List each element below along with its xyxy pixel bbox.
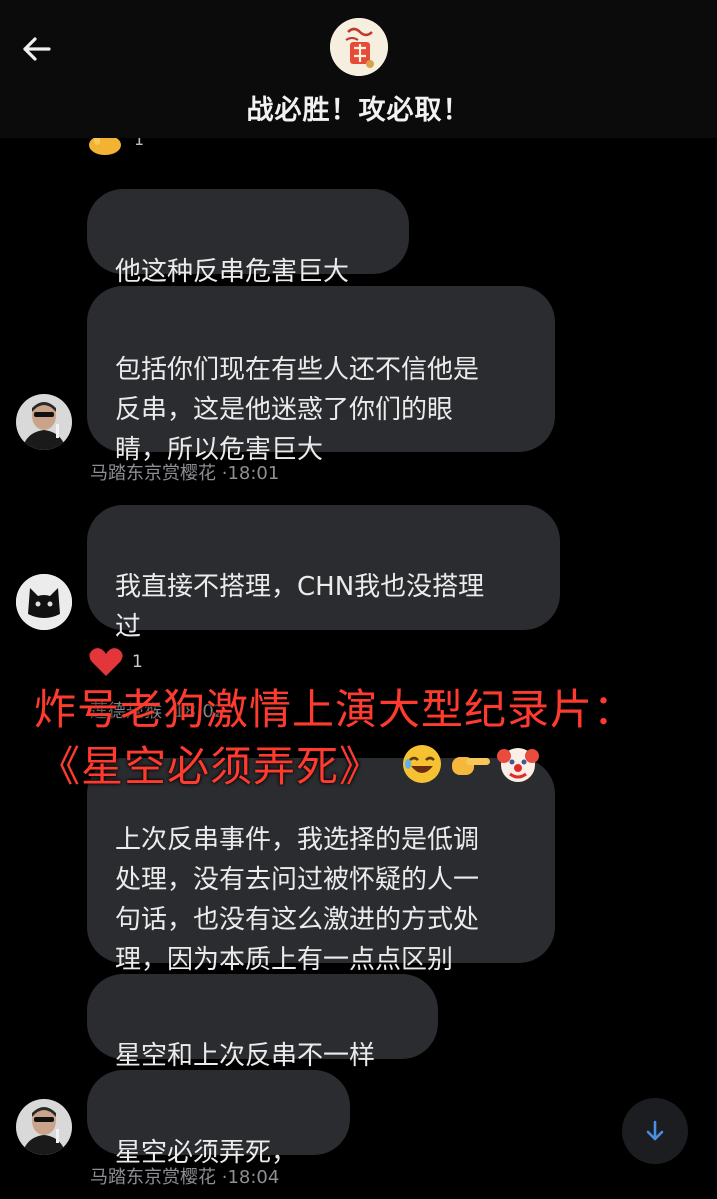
cat-avatar-icon: [16, 574, 72, 630]
laughing-emoji-icon: [403, 744, 442, 783]
man-avatar-icon: [16, 1099, 72, 1155]
group-avatar[interactable]: [330, 18, 388, 76]
sender-meta: 马踏东京赏樱花 ·18:01: [90, 459, 279, 485]
pointing-hand-icon: [452, 756, 491, 775]
message-bubble[interactable]: 包括你们现在有些人还不信他是 反串，这是他迷惑了你们的眼 睛，所以危害巨大: [87, 286, 555, 465]
overlay-caption-line1: 炸号老狗激情上演大型纪录片：: [34, 676, 636, 737]
message-text: 包括你们现在有些人还不信他是 反串，这是他迷惑了你们的眼 睛，所以危害巨大: [115, 355, 480, 465]
message-reaction[interactable]: 1: [88, 646, 143, 678]
message-bubble[interactable]: 我直接不搭理，CHN我也没搭理 过: [87, 505, 560, 642]
heart-icon: [89, 648, 123, 676]
group-title: 战必胜！攻必取！: [246, 95, 471, 126]
sender-meta: 马踏东京赏樱花 ·18:04: [90, 1163, 279, 1189]
overlay-caption-text: 炸号老狗激情上演大型纪录片：: [34, 685, 637, 734]
sender-name: 马踏东京赏樱花: [90, 1167, 216, 1188]
arrow-down-icon: [646, 1120, 664, 1141]
message-text: 上次反串事件，我选择的是低调 处理，没有去问过被怀疑的人一 句话，也没有这么激进…: [115, 825, 480, 975]
reaction-count: 1: [132, 652, 143, 672]
sender-avatar[interactable]: [16, 574, 72, 630]
message-time: ·18:01: [221, 463, 280, 484]
message-time: ·18:04: [221, 1167, 280, 1188]
chat-header: 战必胜！攻必取！: [0, 0, 717, 138]
scroll-to-bottom-button[interactable]: [622, 1098, 688, 1164]
message-bubble[interactable]: 星空和上次反串不一样: [87, 974, 438, 1071]
man-avatar-icon: [16, 394, 72, 450]
sender-avatar[interactable]: [16, 1099, 72, 1155]
overlay-caption-line2: 《星空必须弄死》: [38, 733, 540, 794]
message-text: 星空和上次反串不一样: [115, 1041, 376, 1071]
message-bubble[interactable]: 他这种反串危害巨大: [87, 189, 409, 287]
sender-name: 马踏东京赏樱花: [90, 463, 216, 484]
overlay-caption-text: 《星空必须弄死》: [38, 742, 383, 791]
clown-face-icon: [497, 747, 540, 782]
message-text: 我直接不搭理，CHN我也没搭理 过: [115, 572, 485, 642]
message-bubble[interactable]: 星空必须弄死，: [87, 1070, 350, 1168]
message-text: 他这种反串危害巨大: [115, 257, 350, 287]
dragon-seal-icon: [330, 18, 388, 76]
sender-avatar[interactable]: [16, 394, 72, 450]
arrow-left-icon: [23, 37, 51, 61]
back-button[interactable]: [14, 26, 60, 72]
